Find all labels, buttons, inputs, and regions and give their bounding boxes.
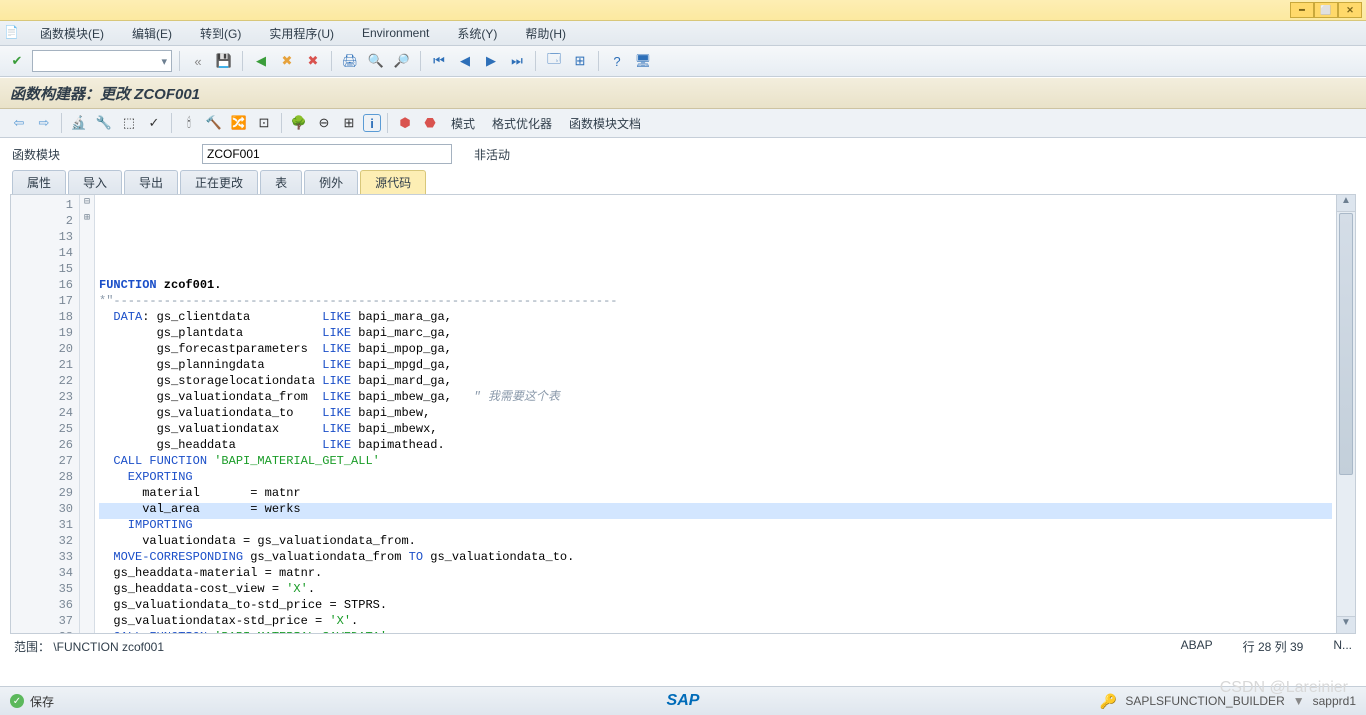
- header-band: 函数构建器：更改 ZCOF001: [0, 77, 1366, 109]
- save-icon[interactable]: 💾: [213, 50, 235, 72]
- activate-icon[interactable]: 🕯: [178, 112, 200, 134]
- command-field[interactable]: [32, 50, 172, 72]
- nav-back-icon[interactable]: ⇦: [8, 112, 30, 134]
- exit-icon[interactable]: ✖: [276, 50, 298, 72]
- pretty-button[interactable]: 格式优化器: [485, 112, 559, 135]
- display-icon[interactable]: ⊞: [338, 112, 360, 134]
- editor-statusbar: 范围： \FUNCTION zcof001 ABAP 行 28 列 39 N..…: [0, 634, 1366, 659]
- status-label: 非活动: [474, 146, 510, 163]
- back-icon[interactable]: «: [187, 50, 209, 72]
- menubar: 📄 函数模块(E) 编辑(E) 转到(G) 实用程序(U) Environmen…: [0, 21, 1366, 46]
- cancel-icon[interactable]: ✖: [302, 50, 324, 72]
- object-list-icon[interactable]: ⊡: [253, 112, 275, 134]
- last-page-icon[interactable]: ⏭: [506, 50, 528, 72]
- toolbar-main: ✔ « 💾 ◀ ✖ ✖ 🖨 🔍 🔎 ⏮ ◀ ▶ ⏭ 🗔 ⊞ ? 🖥: [0, 46, 1366, 77]
- where-used-icon[interactable]: 🔀: [228, 112, 250, 134]
- tab-tables[interactable]: 表: [260, 170, 302, 194]
- bottom-bar: ✓ 保存 SAP 🔑 SAPLSFUNCTION_BUILDER ▼ sappr…: [0, 686, 1366, 715]
- close-button[interactable]: ✕: [1338, 2, 1362, 18]
- page-title: 函数构建器：更改 ZCOF001: [10, 83, 200, 104]
- menu-goto[interactable]: 转到(G): [186, 23, 255, 44]
- breakpoint-icon[interactable]: ⊖: [313, 112, 335, 134]
- menu-environment[interactable]: Environment: [348, 24, 443, 42]
- cursor-pos-label: 行 28 列 39: [1243, 638, 1304, 655]
- scroll-thumb[interactable]: [1339, 213, 1353, 475]
- menu-utilities[interactable]: 实用程序(U): [255, 23, 348, 44]
- function-module-label: 函数模块: [12, 146, 192, 163]
- tab-export[interactable]: 导出: [124, 170, 178, 194]
- scope-label: 范围： \FUNCTION zcof001: [14, 638, 164, 655]
- code-editor[interactable]: 1 2 13 14 15 16 17 18 19 20 21 22 23 24 …: [10, 194, 1356, 634]
- first-page-icon[interactable]: ⏮: [428, 50, 450, 72]
- key-icon[interactable]: 🔑: [1100, 693, 1117, 710]
- tabstrip: 属性 导入 导出 正在更改 表 例外 源代码: [12, 170, 1366, 194]
- scroll-up-icon[interactable]: ▲: [1337, 195, 1355, 212]
- help-icon[interactable]: ?: [606, 50, 628, 72]
- tab-changing[interactable]: 正在更改: [180, 170, 258, 194]
- code-area[interactable]: FUNCTION zcof001.*"---------------------…: [95, 195, 1336, 633]
- save-status-label: 保存: [30, 693, 54, 710]
- status-ok-icon: ✓: [10, 694, 24, 708]
- fold-gutter[interactable]: ⊟ ⊞: [80, 195, 95, 633]
- function-module-input[interactable]: [202, 144, 452, 164]
- line-gutter: 1 2 13 14 15 16 17 18 19 20 21 22 23 24 …: [11, 195, 80, 633]
- find-icon[interactable]: 🔍: [365, 50, 387, 72]
- vertical-scrollbar[interactable]: ▲ ▼: [1336, 195, 1355, 633]
- window-chrome: ━ ⬜ ✕: [0, 0, 1366, 21]
- new-session-icon[interactable]: 🗔: [543, 50, 565, 72]
- server-label: sapprd1: [1313, 694, 1356, 708]
- fullscreen-icon[interactable]: ⬚: [118, 112, 140, 134]
- find-next-icon[interactable]: 🔎: [391, 50, 413, 72]
- next-page-icon[interactable]: ▶: [480, 50, 502, 72]
- menu-system[interactable]: 系统(Y): [443, 23, 511, 44]
- layout-icon[interactable]: ⊞: [569, 50, 591, 72]
- tab-source[interactable]: 源代码: [360, 170, 426, 194]
- tab-attributes[interactable]: 属性: [12, 170, 66, 194]
- menu-function-module[interactable]: 函数模块(E): [26, 23, 118, 44]
- enter-icon[interactable]: ✔: [6, 50, 28, 72]
- print-icon[interactable]: 🖨: [339, 50, 361, 72]
- maximize-button[interactable]: ⬜: [1314, 2, 1338, 18]
- menu-edit[interactable]: 编辑(E): [118, 23, 186, 44]
- back2-icon[interactable]: ◀: [250, 50, 272, 72]
- check-icon[interactable]: ✓: [143, 112, 165, 134]
- info-icon[interactable]: i: [363, 114, 381, 132]
- doc-button[interactable]: 函数模块文档: [562, 112, 648, 135]
- minimize-button[interactable]: ━: [1290, 2, 1314, 18]
- test-icon[interactable]: 🔨: [203, 112, 225, 134]
- field-row: 函数模块 非活动: [0, 138, 1366, 170]
- display-object-icon[interactable]: 🔬: [68, 112, 90, 134]
- nav-fwd-icon[interactable]: ⇨: [33, 112, 55, 134]
- app-icon: 📄: [4, 25, 20, 41]
- tab-import[interactable]: 导入: [68, 170, 122, 194]
- tree-icon[interactable]: 🌳: [288, 112, 310, 134]
- system-field[interactable]: SAPLSFUNCTION_BUILDER: [1125, 694, 1284, 708]
- lang-label: ABAP: [1181, 638, 1213, 655]
- pattern2-icon[interactable]: ⬣: [419, 112, 441, 134]
- pretty-printer-icon[interactable]: ⬢: [394, 112, 416, 134]
- gui-options-icon[interactable]: 🖥: [632, 50, 654, 72]
- sap-logo: SAP: [667, 692, 700, 710]
- other-object-icon[interactable]: 🔧: [93, 112, 115, 134]
- menu-help[interactable]: 帮助(H): [511, 23, 580, 44]
- toolbar-app: ⇦ ⇨ 🔬 🔧 ⬚ ✓ 🕯 🔨 🔀 ⊡ 🌳 ⊖ ⊞ i ⬢ ⬣ 模式 格式优化器…: [0, 109, 1366, 138]
- prev-page-icon[interactable]: ◀: [454, 50, 476, 72]
- pattern-button[interactable]: 模式: [444, 112, 482, 135]
- scroll-down-icon[interactable]: ▼: [1337, 616, 1355, 633]
- mode-label: N...: [1333, 638, 1352, 655]
- tab-exceptions[interactable]: 例外: [304, 170, 358, 194]
